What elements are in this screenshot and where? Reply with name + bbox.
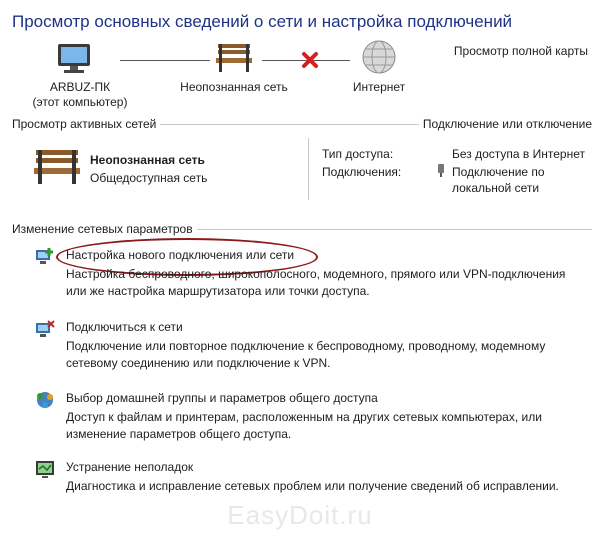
watermark: EasyDoit.ru [227,500,373,530]
bench-icon [214,40,254,74]
new-connection-icon [34,246,56,268]
map-network-name: Неопознанная сеть [180,80,288,94]
globe-icon [360,38,398,76]
computer-subtitle: (этот компьютер) [32,95,128,109]
settings-section-title: Изменение сетевых параметров [12,222,197,236]
connect-network-link[interactable]: Подключиться к сети [66,320,183,334]
connect-network-icon [34,318,56,340]
computer-icon [50,42,100,74]
map-internet-label: Интернет [352,80,406,94]
active-networks-title: Просмотр активных сетей [12,117,161,131]
homegroup-desc-line1: Доступ к файлам и принтерам, расположенн… [66,410,542,424]
network-adapter-icon [436,163,446,177]
no-connection-x-icon [300,50,320,70]
access-type-value: Без доступа в Интернет [452,147,586,161]
connections-label: Подключения: [322,165,402,179]
full-map-link[interactable]: Просмотр полной карты [454,44,588,58]
new-connection-desc-line2: или же настройка маршрутизатора или точк… [66,284,370,298]
active-network-type[interactable]: Общедоступная сеть [90,171,207,185]
connect-network-desc-line2: сетевому соединению или подключение к VP… [66,356,331,370]
homegroup-icon [34,389,56,411]
connect-network-desc-line1: Подключение или повторное подключение к … [66,339,546,353]
troubleshoot-link[interactable]: Устранение неполадок [66,460,193,474]
vertical-divider [308,138,309,200]
map-link-line [120,60,210,61]
connect-disconnect-link[interactable]: Подключение или отключение [418,117,592,131]
access-type-label: Тип доступа: [322,147,394,161]
troubleshoot-desc: Диагностика и исправление сетевых пробле… [66,479,559,493]
page-title: Просмотр основных сведений о сети и наст… [12,12,513,31]
new-connection-desc-line1: Настройка беспроводного, широкополосного… [66,267,566,281]
active-network-name: Неопознанная сеть [90,153,205,167]
troubleshoot-icon [34,458,56,480]
computer-name: ARBUZ-ПК [49,80,111,94]
active-network-bench-icon [32,146,82,188]
connection-link-line1[interactable]: Подключение по [452,164,545,180]
connection-link-line2[interactable]: локальной сети [452,180,539,196]
homegroup-link[interactable]: Выбор домашней группы и параметров общег… [66,391,378,405]
homegroup-desc-line2: изменение параметров общего доступа. [66,427,292,441]
